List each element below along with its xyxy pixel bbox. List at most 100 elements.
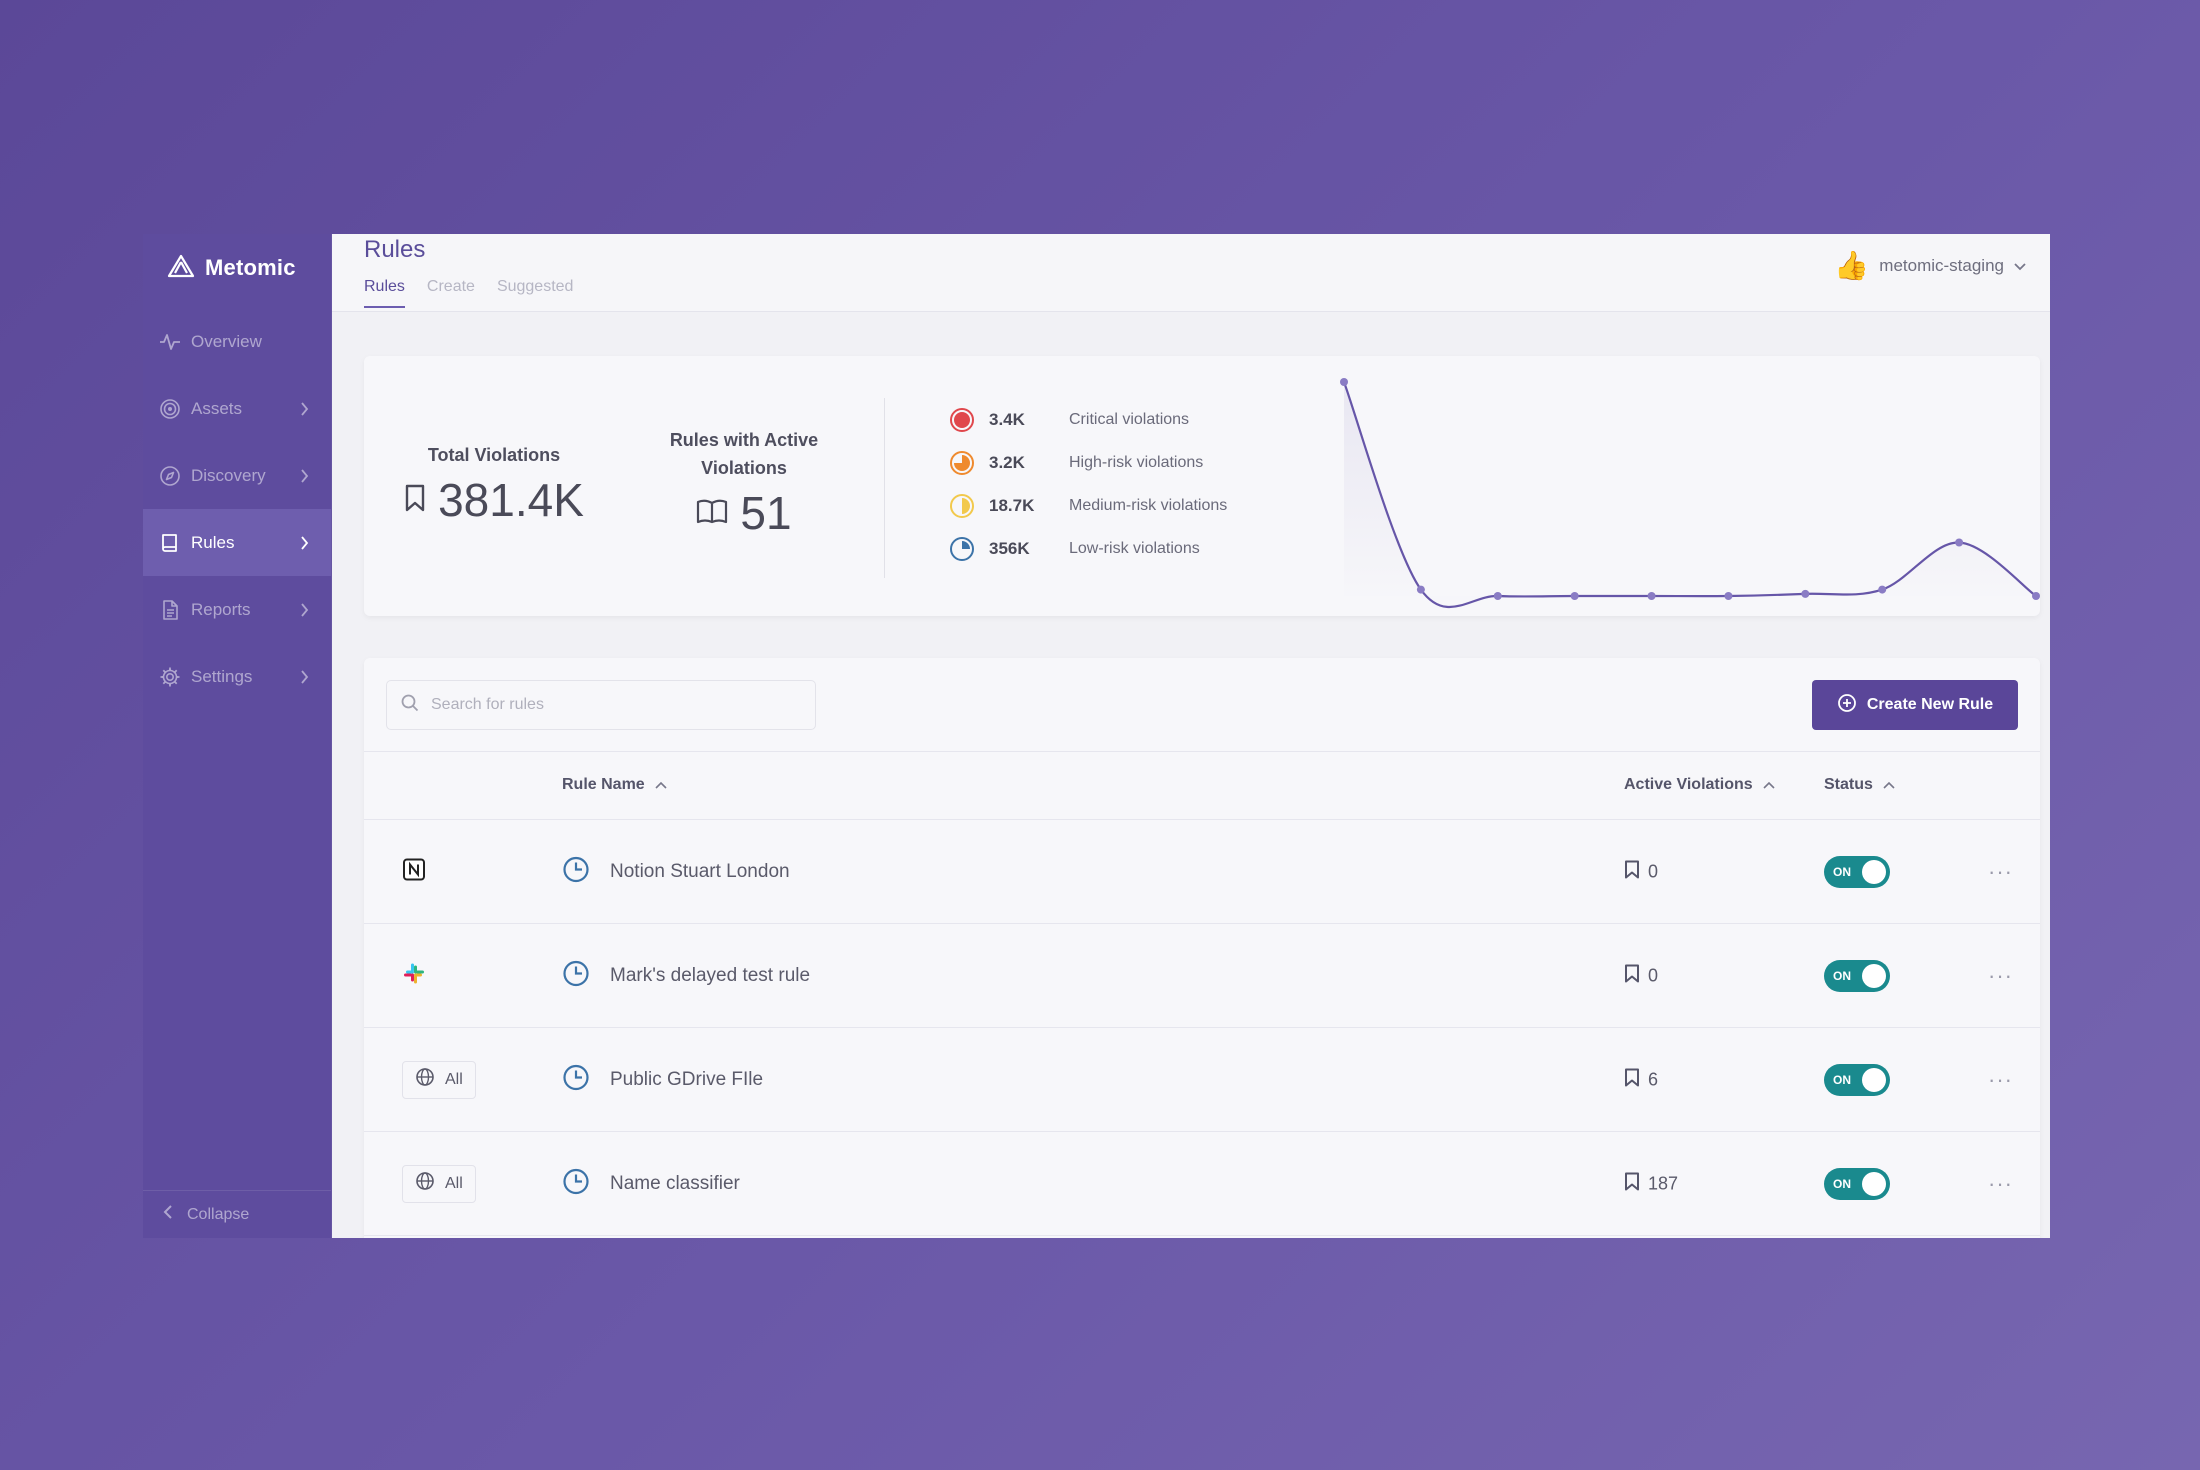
more-options-icon[interactable]: ···: [1988, 1171, 2013, 1197]
tab-suggested[interactable]: Suggested: [497, 278, 574, 308]
sidebar-item-overview[interactable]: Overview: [143, 308, 331, 375]
sidebar-item-settings[interactable]: Settings: [143, 643, 331, 710]
critical-risk-icon: [949, 407, 975, 433]
toggle-label: ON: [1833, 864, 1851, 879]
total-violations-label: Total Violations: [427, 445, 561, 465]
more-options-icon[interactable]: ···: [1988, 963, 2013, 989]
column-active-violations[interactable]: Active Violations: [1624, 776, 1775, 794]
sort-up-icon: [655, 776, 667, 794]
search-box[interactable]: [386, 680, 816, 730]
column-rule-name[interactable]: Rule Name: [562, 776, 667, 794]
high-count: 3.2K: [989, 452, 1025, 472]
source-all-badge: All: [402, 1060, 476, 1099]
activity-icon: [159, 331, 181, 353]
rule-name[interactable]: Mark's delayed test rule: [610, 965, 810, 987]
chart-point[interactable]: [1570, 592, 1579, 600]
high-label: High-risk violations: [1069, 453, 1204, 471]
sidebar-item-reports[interactable]: Reports: [143, 576, 331, 643]
chart-area: [1344, 382, 2036, 608]
chevron-right-icon: [297, 669, 311, 684]
sidebar-nav: Overview Assets Discovery Rules Reports Setti…: [143, 308, 331, 710]
clock-icon: [562, 1063, 590, 1096]
rule-name[interactable]: Notion Stuart London: [610, 861, 790, 883]
violations-trend-chart: [1340, 378, 2040, 609]
column-rule-name-label: Rule Name: [562, 776, 645, 793]
globe-icon: [415, 1171, 435, 1196]
table-row[interactable]: All Name classifier 187 ON ···: [364, 1132, 2040, 1236]
column-active-violations-label: Active Violations: [1624, 776, 1753, 793]
sidebar-item-rules[interactable]: Rules: [143, 509, 331, 576]
chart-point[interactable]: [1955, 538, 1964, 547]
chart-point[interactable]: [2032, 592, 2040, 600]
medium-risk-icon: [949, 493, 975, 519]
table-row[interactable]: Mark's delayed test rule 0 ON ···: [364, 924, 2040, 1028]
sidebar-item-label: Overview: [191, 331, 262, 351]
globe-icon: [415, 1067, 435, 1092]
more-options-icon[interactable]: ···: [1988, 1067, 2013, 1093]
app-name: Metomic: [205, 255, 296, 280]
sidebar-item-label: Discovery: [191, 465, 266, 485]
sidebar: Metomic Overview Assets Discovery Rules Repo…: [143, 234, 332, 1238]
chevron-down-icon: [2014, 256, 2026, 276]
bookmark-icon: [1624, 1171, 1640, 1196]
active-rules-label-line1: Rules with Active: [669, 430, 819, 450]
rule-name[interactable]: Public GDrive FIle: [610, 1069, 763, 1091]
violations-summary-card: Total Violations 381.4K Rules with Activ…: [364, 356, 2040, 616]
rule-name[interactable]: Name classifier: [610, 1173, 740, 1195]
risk-row-low: 356K Low-risk violations: [949, 527, 1227, 570]
total-violations-value: 381.4K: [438, 474, 584, 526]
high-risk-icon: [949, 450, 975, 476]
tab-create[interactable]: Create: [427, 278, 475, 308]
table-header: Rule Name Active Violations Status: [364, 752, 2040, 820]
chevron-right-icon: [297, 602, 311, 617]
account-name: metomic-staging: [1879, 256, 2004, 275]
chart-point[interactable]: [1416, 585, 1425, 594]
sidebar-item-discovery[interactable]: Discovery: [143, 442, 331, 509]
document-icon: [159, 599, 181, 621]
risk-row-critical: 3.4K Critical violations: [949, 398, 1227, 441]
low-count: 356K: [989, 538, 1030, 558]
rules-toolbar: Create New Rule: [364, 658, 2040, 752]
violation-count: 187: [1624, 1171, 1678, 1196]
metomic-logo-icon: [167, 254, 195, 283]
page-title: Rules: [364, 236, 426, 263]
bookmark-icon: [1624, 1067, 1640, 1092]
sidebar-item-assets[interactable]: Assets: [143, 375, 331, 442]
chart-point[interactable]: [1801, 589, 1810, 598]
table-row[interactable]: All Public GDrive FIle 6 ON ···: [364, 1028, 2040, 1132]
chart-point[interactable]: [1724, 592, 1733, 600]
chevron-right-icon: [297, 535, 311, 550]
critical-count: 3.4K: [989, 409, 1025, 429]
thumbs-up-icon: 👍: [1834, 250, 1870, 281]
sort-up-icon: [1763, 776, 1775, 794]
status-toggle[interactable]: ON: [1824, 1063, 1890, 1096]
search-input[interactable]: [431, 696, 801, 714]
bookmark-icon: [1624, 963, 1640, 988]
collapse-button[interactable]: Collapse: [143, 1190, 331, 1238]
status-toggle[interactable]: ON: [1824, 1167, 1890, 1200]
sidebar-item-label: Settings: [191, 666, 253, 686]
chart-point[interactable]: [1647, 592, 1656, 600]
violation-count-value: 0: [1648, 965, 1659, 985]
account-switcher[interactable]: 👍 metomic-staging: [1834, 252, 2026, 280]
chevron-left-icon: [163, 1204, 173, 1225]
logo[interactable]: Metomic: [143, 234, 331, 302]
create-new-rule-button[interactable]: Create New Rule: [1812, 680, 2018, 730]
column-status[interactable]: Status: [1824, 776, 1895, 794]
chart-point[interactable]: [1493, 592, 1502, 600]
toggle-label: ON: [1833, 968, 1851, 983]
more-options-icon[interactable]: ···: [1988, 859, 2013, 885]
tab-rules[interactable]: Rules: [364, 278, 405, 308]
status-toggle[interactable]: ON: [1824, 855, 1890, 888]
table-row[interactable]: Notion Stuart London 0 ON ···: [364, 820, 2040, 924]
bookmark-icon: [404, 484, 426, 517]
rules-table-card: Create New Rule Rule Name Active Violati…: [364, 658, 2040, 1238]
toggle-knob: [1862, 859, 1886, 884]
status-toggle[interactable]: ON: [1824, 959, 1890, 992]
violation-count-value: 6: [1648, 1069, 1659, 1089]
low-risk-icon: [949, 536, 975, 562]
risk-row-medium: 18.7K Medium-risk violations: [949, 484, 1227, 527]
violation-count-value: 187: [1648, 1173, 1679, 1193]
chart-point[interactable]: [1340, 378, 1348, 386]
chart-point[interactable]: [1878, 585, 1887, 594]
